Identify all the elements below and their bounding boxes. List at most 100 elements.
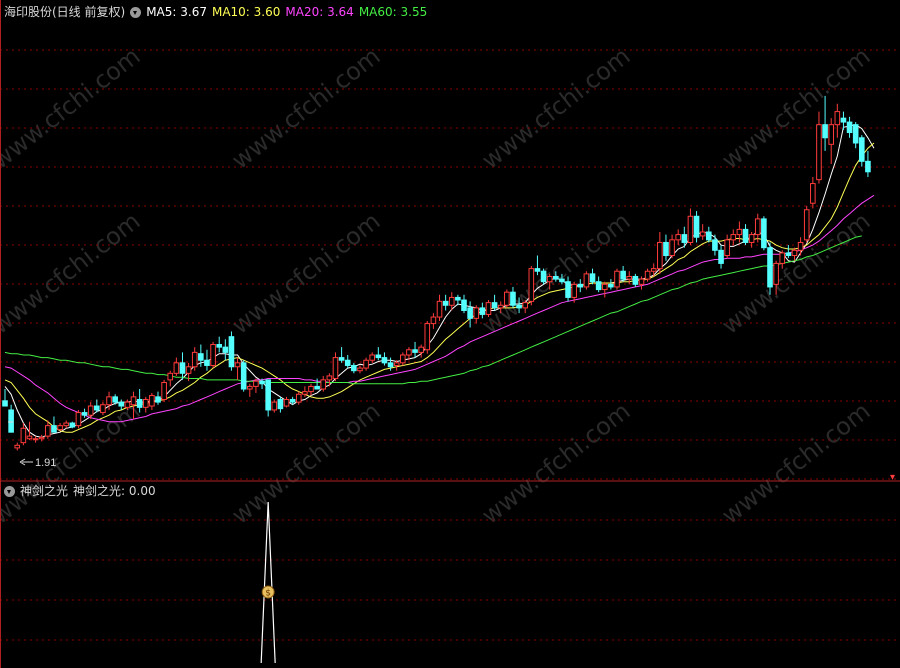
candle-body (473, 307, 480, 319)
candle-body (846, 121, 853, 134)
candle-body (32, 438, 39, 441)
candle-body (130, 396, 137, 406)
candle-body (565, 281, 571, 298)
candle-body (657, 241, 663, 270)
candle-body (216, 344, 222, 348)
candle-body (773, 262, 779, 285)
candle-body (149, 395, 155, 407)
candle-body (614, 270, 620, 288)
candle-body (57, 425, 63, 431)
candle-body (504, 291, 510, 306)
ma60-label: MA60: 3.55 (358, 5, 428, 19)
candle-body (448, 296, 455, 306)
candle-body (412, 349, 418, 353)
candle-body (167, 372, 174, 381)
candle-body (687, 215, 694, 243)
candle-body (112, 396, 118, 403)
candle-body (124, 401, 131, 408)
candle-body (632, 275, 639, 285)
candle-body (485, 302, 492, 315)
candle-body (351, 364, 357, 372)
candle-body (2, 400, 8, 407)
dropdown-toggle-icon[interactable] (130, 6, 142, 18)
ma20-label: MA20: 3.64 (285, 5, 354, 19)
candle-body (302, 391, 308, 395)
candle-body (20, 427, 27, 444)
candle-body (393, 362, 400, 366)
candle-body (289, 398, 296, 403)
candle-body (589, 273, 596, 283)
candle-body (8, 409, 14, 433)
candle-body (608, 283, 614, 288)
candle-body (816, 124, 822, 181)
candle-body (442, 300, 449, 306)
candle-body (136, 398, 143, 408)
candle-body (87, 405, 94, 416)
candle-body (779, 252, 786, 264)
candle-body (467, 307, 473, 319)
candle-body (859, 137, 865, 162)
candle-body (540, 270, 547, 283)
indicator-name: 神剑之光 (20, 484, 69, 498)
candle-body (198, 353, 204, 361)
candle-body (626, 275, 633, 280)
candle-body (822, 124, 828, 139)
candle-body (265, 379, 271, 411)
candle-body (106, 396, 112, 406)
candle-body (638, 278, 645, 285)
candle-body (63, 422, 70, 427)
candle-body (650, 268, 657, 272)
candle-body (620, 270, 626, 280)
candle-body (785, 252, 792, 257)
candle-body (344, 359, 351, 366)
candle-body (179, 362, 186, 374)
candle-body (369, 354, 375, 361)
candle-body (222, 346, 229, 353)
candle-body (271, 401, 278, 411)
candle-body (430, 316, 437, 325)
candle-body (118, 401, 125, 407)
candle-body (204, 359, 210, 366)
candle-body (834, 111, 841, 126)
candle-body (669, 239, 675, 257)
candle-body (761, 218, 767, 249)
candle-body (736, 228, 743, 236)
candle-body (234, 362, 241, 368)
candle-body (314, 385, 320, 390)
indicator-value: 神剑之光: 0.00 (73, 484, 156, 498)
ma10-label: MA10: 3.60 (211, 5, 281, 19)
indicator-toggle-icon[interactable] (4, 485, 15, 497)
candle-body (155, 396, 161, 403)
candle-body (803, 209, 810, 241)
candle-body (583, 273, 590, 288)
candle-body (75, 412, 82, 427)
candle-body (571, 283, 577, 298)
candle-body (259, 380, 265, 385)
candle-body (100, 404, 106, 414)
candle-body (479, 307, 486, 315)
candle-body (406, 349, 412, 356)
candle-body (436, 300, 443, 318)
candle-body (595, 281, 602, 291)
candle-body (577, 283, 584, 288)
svg-text:▾: ▾ (890, 472, 895, 483)
candle-body (375, 354, 382, 359)
candle-body (767, 247, 773, 288)
candle-body (381, 357, 388, 364)
candle-body (228, 336, 235, 368)
candle-body (338, 357, 345, 361)
candle-body (69, 422, 76, 428)
money-bag-symbol: $ (265, 589, 271, 599)
low-price-label: 1.91 (35, 457, 56, 469)
candle-body (718, 249, 724, 264)
candle-body (828, 124, 835, 145)
ma5-label: MA5: 3.67 (146, 5, 207, 19)
kline-chart[interactable]: www.cfchi.com www.cfchi.com www.cfchi.com w… (0, 0, 900, 668)
candle-body (534, 268, 541, 272)
candle-body (810, 183, 816, 204)
candle-body (693, 215, 700, 238)
candle-body (797, 241, 804, 251)
right-edge-marker: ▾ (890, 472, 895, 483)
candle-body (320, 379, 327, 390)
candle-body (712, 239, 718, 251)
